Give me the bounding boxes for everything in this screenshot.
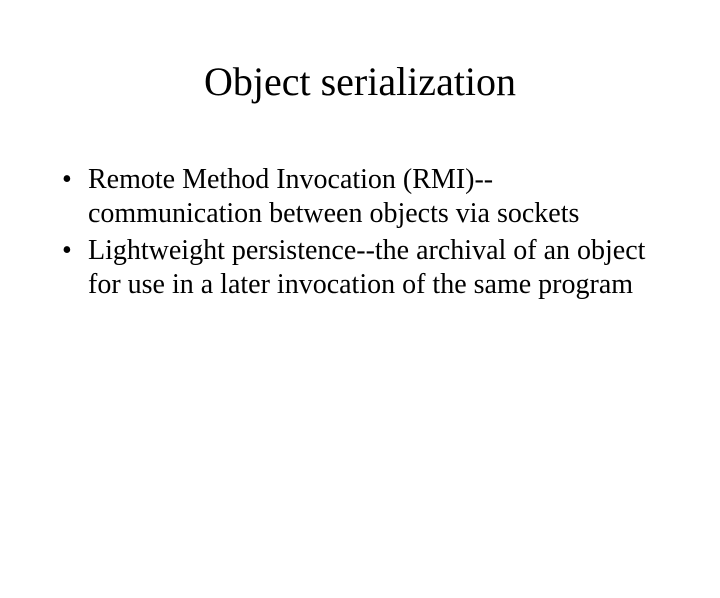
slide: Object serialization Remote Method Invoc… [0,58,720,598]
list-item: Lightweight persistence--the archival of… [58,234,662,301]
slide-title: Object serialization [0,58,720,105]
slide-body: Remote Method Invocation (RMI)--communic… [0,163,720,301]
bullet-list: Remote Method Invocation (RMI)--communic… [58,163,662,301]
list-item: Remote Method Invocation (RMI)--communic… [58,163,662,230]
